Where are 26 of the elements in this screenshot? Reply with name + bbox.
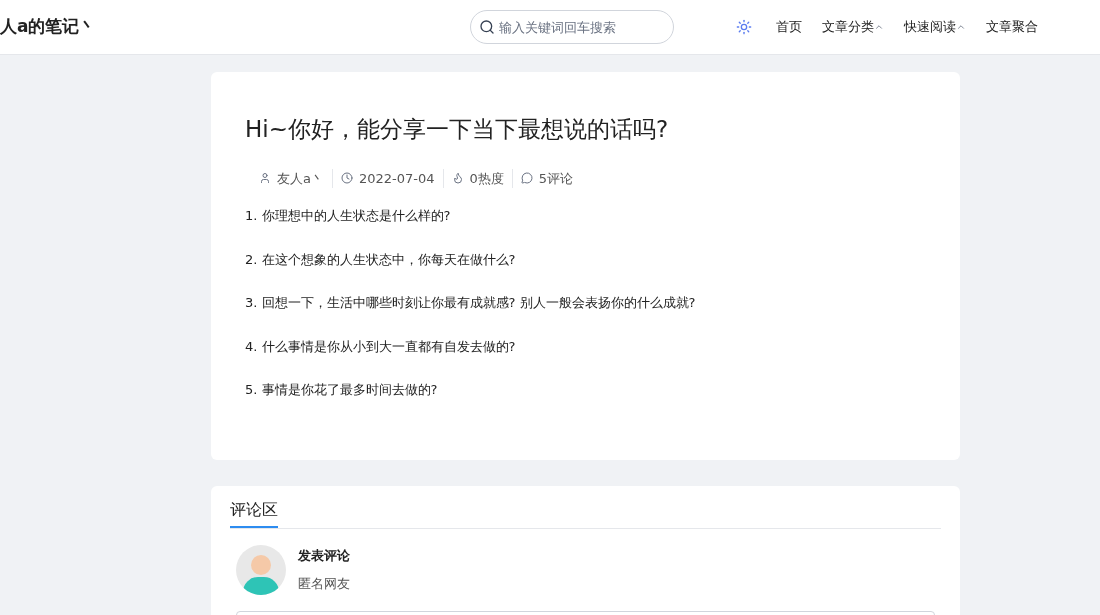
sun-icon[interactable]: [736, 19, 752, 35]
user-icon: [259, 172, 271, 185]
nav-link[interactable]: 文章聚合: [986, 17, 1038, 37]
comment-icon: [520, 172, 533, 185]
article-paragraph: 5. 事情是你花了最多时间去做的?: [245, 381, 439, 399]
meta-text: 2022-07-04: [358, 169, 435, 188]
article-paragraph: 1. 你理想中的人生状态是什么样的?: [245, 207, 452, 225]
article-paragraph: 3. 回想一下，生活中哪些时刻让你最有成就感? 别人一般会表扬你的什么成就?: [245, 294, 697, 312]
flame-icon: [451, 172, 464, 185]
nav-link[interactable]: 文章分类: [822, 17, 884, 37]
clock-icon: [340, 172, 353, 185]
meta-text: 5评论: [538, 169, 574, 188]
meta-text: 0热度: [469, 169, 504, 188]
meta-text: 友人a丶: [277, 169, 324, 188]
avatar: [236, 544, 286, 595]
article-title: Hi~你好，能分享一下当下最想说的话吗?: [245, 115, 670, 144]
post-comment-heading: 发表评论: [298, 547, 350, 565]
nav-link[interactable]: 快速阅读: [904, 17, 966, 37]
nav-link[interactable]: 首页: [776, 17, 802, 37]
article-paragraph: 4. 什么事情是你从小到大一直都有自发去做的?: [245, 337, 517, 356]
comment-tab[interactable]: 评论区: [230, 497, 278, 528]
search-field[interactable]: 输入关键词回车搜索: [470, 10, 674, 44]
site-logo[interactable]: 人a的笔记丶: [0, 14, 470, 40]
user-name: 匿名网友: [298, 574, 350, 593]
search-icon: [479, 19, 495, 35]
article-paragraph: 2. 在这个想象的人生状态中，你每天在做什么?: [245, 250, 517, 269]
